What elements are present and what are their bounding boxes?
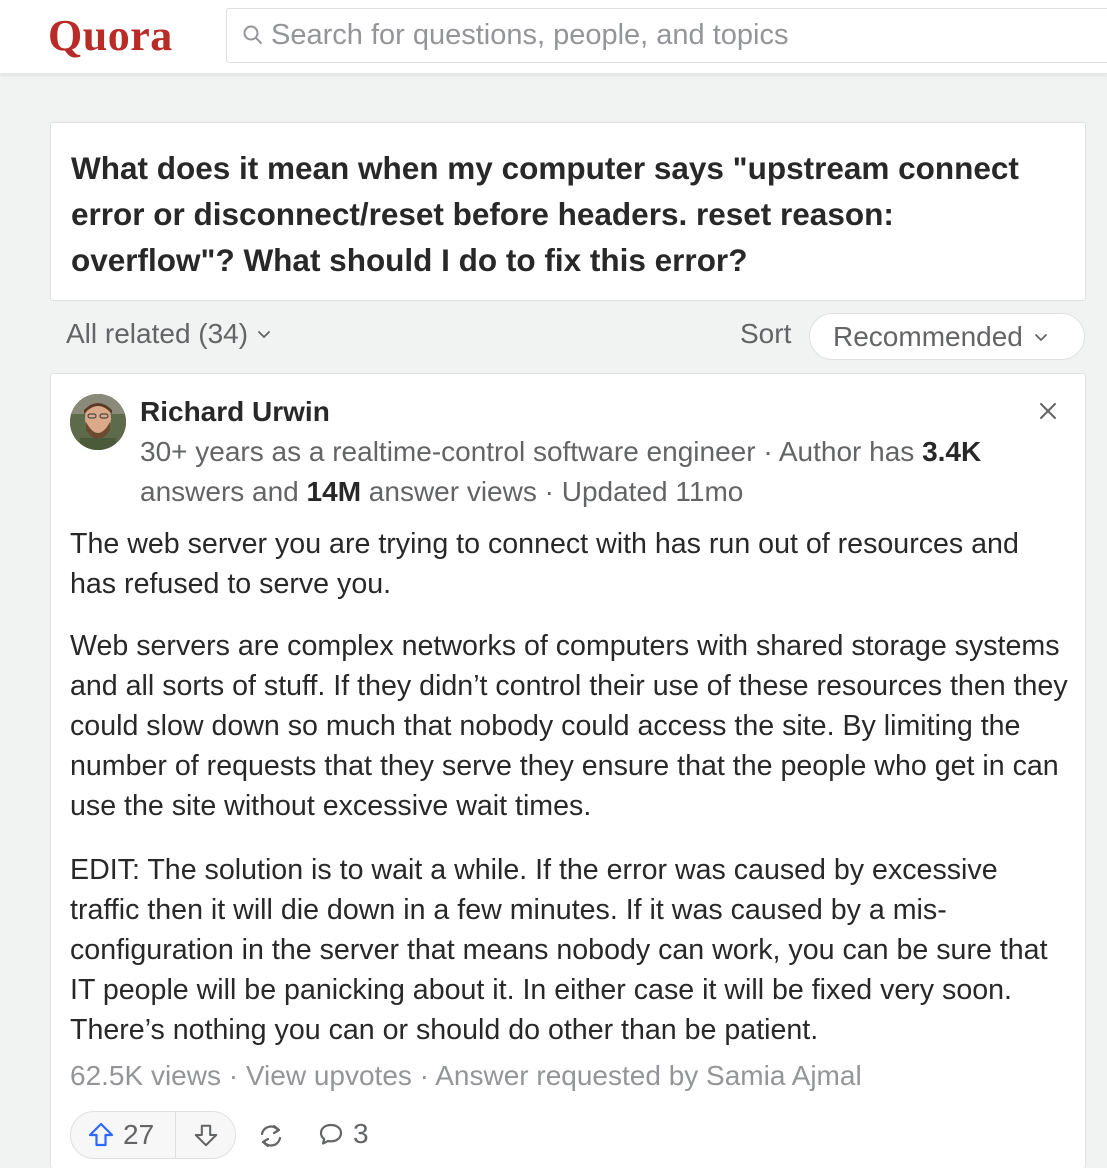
upvote-arrow-icon xyxy=(88,1122,114,1147)
question-title[interactable]: What does it mean when my computer says … xyxy=(71,145,1061,283)
answer-paragraph: Web servers are complex networks of comp… xyxy=(70,630,1068,822)
views-count: 14M xyxy=(306,476,362,507)
views-label: 62.5K views xyxy=(70,1060,221,1091)
vote-group: 27 xyxy=(70,1111,236,1159)
downvote-button[interactable] xyxy=(176,1112,235,1158)
answer-paragraph: The web server you are trying to connect… xyxy=(70,528,1019,600)
credential-text-2: answers and xyxy=(140,476,307,507)
answer-meta: 62.5K views · View upvotes · Answer requ… xyxy=(70,1060,862,1092)
top-navigation-bar: Quora xyxy=(0,0,1107,74)
chevron-down-icon xyxy=(258,331,270,338)
answer-paragraph: EDIT: The solution is to wait a while. I… xyxy=(70,854,1048,1046)
close-icon[interactable] xyxy=(1037,400,1059,422)
sort-label: Sort xyxy=(740,318,792,349)
downvote-arrow-icon xyxy=(194,1124,217,1147)
comment-icon xyxy=(319,1123,343,1145)
all-related-filter[interactable]: All related (34) xyxy=(66,318,272,350)
answers-count: 3.4K xyxy=(922,436,982,467)
chevron-down-icon xyxy=(1034,333,1047,341)
sort-value: Recommended xyxy=(833,320,1023,352)
share-icon[interactable] xyxy=(257,1122,285,1150)
upvote-count: 27 xyxy=(123,1119,155,1150)
meta-separator: · xyxy=(220,1060,246,1091)
answer-requested-by[interactable]: Answer requested by Samia Ajmal xyxy=(435,1060,861,1091)
avatar-portrait-icon xyxy=(70,394,126,450)
avatar[interactable] xyxy=(70,394,126,450)
search-icon xyxy=(243,25,262,44)
meta-separator: · xyxy=(411,1060,436,1091)
upvote-button[interactable]: 27 xyxy=(71,1112,175,1158)
author-credential: 30+ years as a realtime-control software… xyxy=(140,432,1070,512)
credential-text: 30+ years as a realtime-control software… xyxy=(140,436,923,467)
comment-count: 3 xyxy=(353,1118,369,1149)
quora-logo[interactable]: Quora xyxy=(48,10,173,61)
search-input[interactable] xyxy=(271,17,1091,53)
question-card: What does it mean when my computer says … xyxy=(50,122,1086,301)
answer-card: Richard Urwin 30+ years as a realtime-co… xyxy=(50,373,1086,1168)
author-name[interactable]: Richard Urwin xyxy=(140,396,330,428)
search-bar[interactable] xyxy=(226,8,1107,63)
credential-text-3: answer views · Updated 11mo xyxy=(361,476,744,507)
comment-button[interactable]: 3 xyxy=(317,1118,369,1150)
sort-dropdown[interactable]: Recommended xyxy=(809,313,1085,360)
all-related-label: All related (34) xyxy=(66,318,249,349)
view-upvotes-link[interactable]: View upvotes xyxy=(246,1060,412,1091)
